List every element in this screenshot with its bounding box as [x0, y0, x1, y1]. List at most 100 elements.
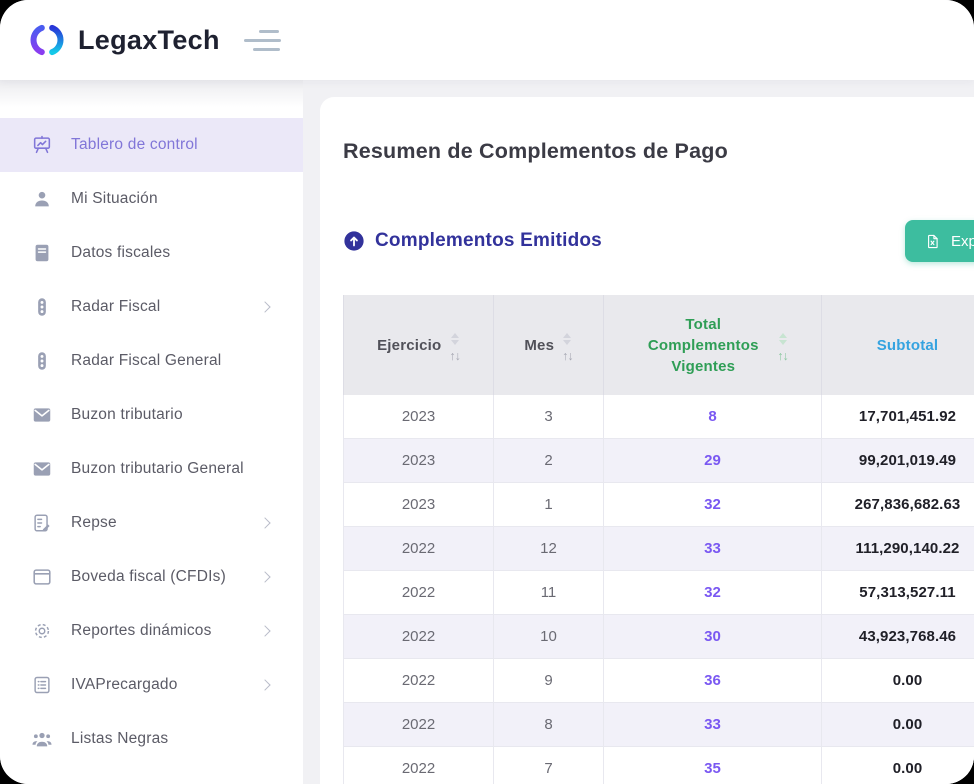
chevron-right-icon [259, 517, 270, 528]
cell-total-vigentes[interactable]: 35 [604, 747, 822, 784]
cell-total-vigentes[interactable]: 32 [604, 571, 822, 615]
brand-logo[interactable]: LegaxTech [28, 21, 220, 59]
cell-mes: 1 [494, 483, 604, 527]
sidebar-item[interactable]: Radar Fiscal General [0, 334, 303, 388]
sidebar-item[interactable]: Radar Fiscal [0, 280, 303, 334]
sidebar-item[interactable]: Mi Situación [0, 172, 303, 226]
table-row[interactable]: 2022 10 30 43,923,768.46 [344, 615, 974, 659]
column-label: Subtotal [877, 337, 939, 354]
brand-logo-icon [28, 21, 66, 59]
cell-mes: 3 [494, 395, 604, 439]
table-row[interactable]: 2022 12 33 111,290,140.22 [344, 527, 974, 571]
sidebar-item[interactable]: Metadata [0, 766, 303, 784]
sidebar-item[interactable]: Reportes dinámicos [0, 604, 303, 658]
sidebar-item-label: Boveda fiscal (CFDIs) [71, 568, 226, 586]
table-row[interactable]: 2022 7 35 0.00 [344, 747, 974, 784]
section-title: Complementos Emitidos [375, 230, 602, 252]
sidebar-item-icon [30, 457, 54, 481]
sort-arrows-icon: ↑↓ [777, 349, 788, 363]
cell-subtotal: 43,923,768.46 [822, 615, 974, 659]
cell-mes: 11 [494, 571, 604, 615]
sort-control[interactable]: ↑↓ [562, 333, 573, 363]
cell-total-vigentes[interactable]: 32 [604, 483, 822, 527]
table-row[interactable]: 2023 3 8 17,701,451.92 [344, 395, 974, 439]
excel-file-icon [924, 233, 941, 250]
section-header: Complementos Emitidos Exportar [343, 220, 974, 262]
cell-ejercicio: 2022 [344, 615, 494, 659]
complementos-table: Ejercicio ↑↓ Mes [343, 295, 974, 784]
menu-line [253, 48, 280, 51]
sidebar: Tablero de control Mi Situación Datos fi… [0, 80, 303, 784]
cell-ejercicio: 2022 [344, 527, 494, 571]
sidebar-item-label: Buzon tributario General [71, 460, 244, 478]
sidebar-item-icon [30, 511, 54, 535]
export-button[interactable]: Exportar [905, 220, 974, 262]
sort-arrows-icon: ↑↓ [562, 349, 573, 363]
sort-arrows-icon: ↑↓ [449, 349, 460, 363]
sidebar-item-label: Datos fiscales [71, 244, 170, 262]
content-card: Resumen de Complementos de Pago Compleme… [320, 97, 974, 784]
sidebar-item-label: Radar Fiscal [71, 298, 160, 316]
sidebar-item-label: Radar Fiscal General [71, 352, 221, 370]
menu-line [244, 39, 281, 42]
sidebar-item-icon [30, 187, 54, 211]
sidebar-item[interactable]: Buzon tributario [0, 388, 303, 442]
table-row[interactable]: 2022 8 33 0.00 [344, 703, 974, 747]
arrow-up-circle-icon[interactable] [343, 230, 365, 252]
column-header-subtotal: Subtotal [822, 295, 974, 395]
column-label: Total Complementos Vigentes [637, 314, 769, 377]
sidebar-item-icon [30, 727, 54, 751]
sidebar-item[interactable]: Buzon tributario General [0, 442, 303, 496]
cell-mes: 9 [494, 659, 604, 703]
cell-subtotal: 0.00 [822, 659, 974, 703]
sidebar-item[interactable]: Tablero de control [0, 118, 303, 172]
cell-subtotal: 17,701,451.92 [822, 395, 974, 439]
sidebar-item-icon [30, 295, 54, 319]
cell-total-vigentes[interactable]: 33 [604, 527, 822, 571]
cell-mes: 2 [494, 439, 604, 483]
cell-ejercicio: 2023 [344, 483, 494, 527]
table-row[interactable]: 2023 2 29 99,201,019.49 [344, 439, 974, 483]
sidebar-item[interactable]: IVAPrecargado [0, 658, 303, 712]
sidebar-item-label: Mi Situación [71, 190, 158, 208]
sort-control[interactable]: ↑↓ [449, 333, 460, 363]
column-header-mes[interactable]: Mes ↑↓ [494, 295, 604, 395]
sidebar-item-label: Reportes dinámicos [71, 622, 212, 640]
menu-toggle-button[interactable] [244, 30, 282, 51]
sidebar-item-icon [30, 565, 54, 589]
brand-name: LegaxTech [78, 25, 220, 56]
table-row[interactable]: 2022 11 32 57,313,527.11 [344, 571, 974, 615]
sidebar-item[interactable]: Datos fiscales [0, 226, 303, 280]
cell-subtotal: 99,201,019.49 [822, 439, 974, 483]
sidebar-item-icon [30, 619, 54, 643]
sort-caret-icon [563, 333, 571, 345]
cell-subtotal: 111,290,140.22 [822, 527, 974, 571]
chevron-right-icon [259, 301, 270, 312]
cell-total-vigentes[interactable]: 8 [604, 395, 822, 439]
chevron-right-icon [259, 679, 270, 690]
sidebar-item[interactable]: Repse [0, 496, 303, 550]
cell-total-vigentes[interactable]: 33 [604, 703, 822, 747]
sidebar-item-icon [30, 241, 54, 265]
cell-ejercicio: 2022 [344, 659, 494, 703]
column-label: Ejercicio [377, 337, 441, 354]
sidebar-item[interactable]: Boveda fiscal (CFDIs) [0, 550, 303, 604]
cell-subtotal: 0.00 [822, 703, 974, 747]
sort-control[interactable]: ↑↓ [777, 333, 788, 363]
sidebar-item-label: Buzon tributario [71, 406, 183, 424]
cell-ejercicio: 2022 [344, 747, 494, 784]
table-row[interactable]: 2023 1 32 267,836,682.63 [344, 483, 974, 527]
column-header-total-vigentes[interactable]: Total Complementos Vigentes ↑↓ [604, 295, 822, 395]
cell-subtotal: 57,313,527.11 [822, 571, 974, 615]
sidebar-item-icon [30, 673, 54, 697]
cell-total-vigentes[interactable]: 29 [604, 439, 822, 483]
cell-total-vigentes[interactable]: 36 [604, 659, 822, 703]
table-row[interactable]: 2022 9 36 0.00 [344, 659, 974, 703]
sidebar-item[interactable]: Listas Negras [0, 712, 303, 766]
column-header-ejercicio[interactable]: Ejercicio ↑↓ [344, 295, 494, 395]
table-header-row: Ejercicio ↑↓ Mes [344, 295, 974, 395]
cell-mes: 10 [494, 615, 604, 659]
cell-total-vigentes[interactable]: 30 [604, 615, 822, 659]
sidebar-item-label: Tablero de control [71, 136, 198, 154]
page-title: Resumen de Complementos de Pago [343, 139, 974, 164]
